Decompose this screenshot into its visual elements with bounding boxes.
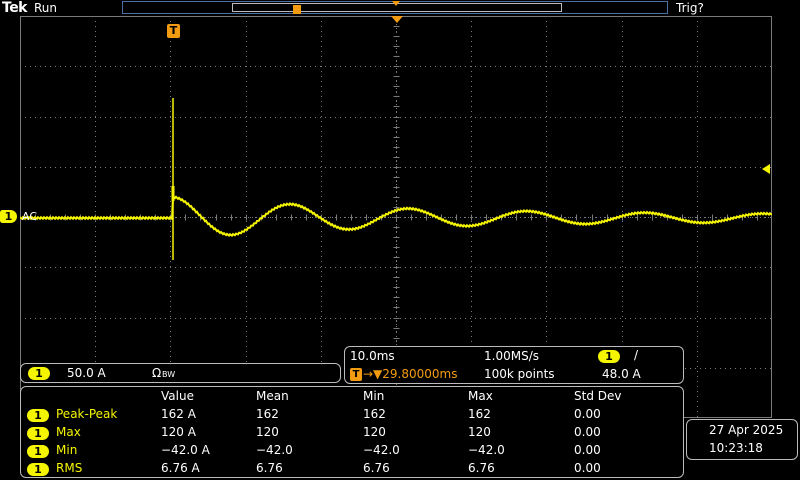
- channel1-coupling-label: AC: [22, 210, 38, 223]
- trigger-level-marker[interactable]: [760, 164, 770, 174]
- measure-header-mean: Mean: [256, 389, 289, 403]
- measurement-channel-badge: 1: [27, 409, 49, 422]
- measurement-name: RMS: [56, 461, 83, 475]
- measurement-value: 6.76 A: [161, 461, 200, 475]
- trigger-position-icon: T: [350, 368, 362, 381]
- measurement-max: −42.0: [468, 443, 505, 457]
- measurement-row[interactable]: 1 Peak-Peak 162 A 162 162 162 0.00: [21, 407, 681, 425]
- trigger-slope-icon: /: [634, 348, 639, 362]
- channel1-bandwidth-limit: BW: [162, 370, 176, 379]
- measurement-max: 6.76: [468, 461, 495, 475]
- measurement-value: 162 A: [161, 407, 196, 421]
- measurement-value: 120 A: [161, 425, 196, 439]
- channel1-badge: 1: [28, 367, 50, 380]
- time-per-division: 10.0ms: [350, 349, 395, 363]
- measurement-row[interactable]: 1 Min −42.0 A −42.0 −42.0 −42.0 0.00: [21, 443, 681, 461]
- horizontal-center-marker: [391, 16, 403, 23]
- trigger-source-badge: 1: [598, 350, 620, 363]
- sample-rate: 1.00MS/s: [484, 349, 539, 363]
- measurement-std-dev: 0.00: [574, 407, 601, 421]
- trigger-position-delay: →▼29.80000ms: [363, 367, 458, 381]
- measure-header-value: Value: [161, 389, 194, 403]
- measure-header-max: Max: [468, 389, 493, 403]
- measurement-min: 120: [363, 425, 386, 439]
- date-display: 27 Apr 2025: [709, 423, 784, 437]
- measurement-std-dev: 0.00: [574, 443, 601, 457]
- status-bar: Tek Run Trig?: [0, 0, 800, 16]
- measurement-mean: 120: [256, 425, 279, 439]
- measurement-channel-badge: 1: [27, 463, 49, 476]
- record-trigger-marker: [293, 5, 301, 14]
- measurement-name: Min: [56, 443, 78, 457]
- record-center-marker: [392, 1, 400, 6]
- channel1-ground-marker[interactable]: 1: [0, 210, 17, 223]
- channel1-impedance: Ω: [152, 366, 162, 380]
- measurement-channel-badge: 1: [27, 427, 49, 440]
- measurement-name: Max: [56, 425, 81, 439]
- record-length: 100k points: [484, 367, 555, 381]
- measure-header-std-dev: Std Dev: [574, 389, 622, 403]
- measurement-min: 6.76: [363, 461, 390, 475]
- measurement-mean: 162: [256, 407, 279, 421]
- measurement-mean: 6.76: [256, 461, 283, 475]
- timebase-readout[interactable]: 10.0ms 1.00MS/s 1 / T →▼29.80000ms 100k …: [344, 346, 684, 384]
- measurement-max: 120: [468, 425, 491, 439]
- measure-header-min: Min: [363, 389, 385, 403]
- trigger-position-marker[interactable]: T: [167, 24, 180, 38]
- datetime-readout[interactable]: 27 Apr 2025 10:23:18: [686, 419, 798, 460]
- channel1-readout[interactable]: 1 50.0 A Ω BW: [20, 363, 341, 383]
- measurement-min: 162: [363, 407, 386, 421]
- measurement-std-dev: 0.00: [574, 425, 601, 439]
- measurement-value: −42.0 A: [161, 443, 210, 457]
- measurement-name: Peak-Peak: [56, 407, 118, 421]
- measurement-std-dev: 0.00: [574, 461, 601, 475]
- measurement-row[interactable]: 1 RMS 6.76 A 6.76 6.76 6.76 0.00: [21, 461, 681, 479]
- measurement-max: 162: [468, 407, 491, 421]
- measurement-channel-badge: 1: [27, 445, 49, 458]
- channel1-scale: 50.0 A: [67, 366, 106, 380]
- measurement-mean: −42.0: [256, 443, 293, 457]
- measurements-panel[interactable]: Value Mean Min Max Std Dev 1 Peak-Peak 1…: [20, 386, 684, 478]
- trigger-state: Trig?: [676, 1, 704, 15]
- measurement-row[interactable]: 1 Max 120 A 120 120 120 0.00: [21, 425, 681, 443]
- trigger-level: 48.0 A: [602, 367, 641, 381]
- measurement-min: −42.0: [363, 443, 400, 457]
- time-display: 10:23:18: [709, 441, 763, 455]
